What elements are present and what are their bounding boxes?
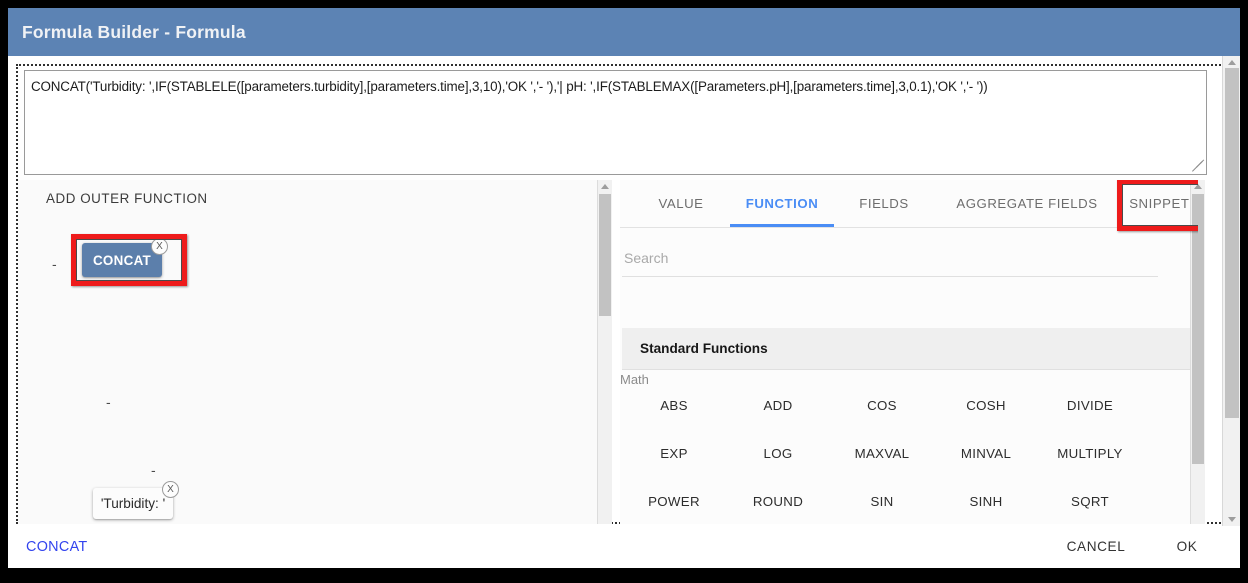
function-item-round[interactable]: ROUND (726, 494, 830, 509)
dialog-scroll-down-arrow-icon[interactable] (1228, 517, 1236, 522)
cancel-button[interactable]: CANCEL (1054, 526, 1138, 568)
highlight-box-concat (71, 234, 187, 286)
function-item-divide[interactable]: DIVIDE (1038, 398, 1142, 413)
tab-aggregate-fields[interactable]: AGGREGATE FIELDS (934, 180, 1120, 227)
highlight-box-snippets (1117, 180, 1198, 231)
function-item-sqrt[interactable]: SQRT (1038, 494, 1142, 509)
function-item-minval[interactable]: MINVAL (934, 446, 1038, 461)
formula-builder-dialog: Formula Builder - Formula CONCAT('Turbid… (8, 8, 1240, 568)
tab-fields[interactable]: FIELDS (838, 180, 930, 227)
standard-functions-label: Standard Functions (640, 341, 768, 356)
resize-handle-icon[interactable] (1191, 159, 1205, 173)
function-picker-panel: VALUE FUNCTION FIELDS AGGREGATE FIELDS S… (620, 180, 1198, 524)
function-item-cos[interactable]: COS (830, 398, 934, 413)
function-item-log[interactable]: LOG (726, 446, 830, 461)
formula-text: CONCAT('Turbidity: ',IF(STABLELE([parame… (31, 79, 988, 94)
function-item-sinh[interactable]: SINH (934, 494, 1038, 509)
left-panel-scrollbar[interactable] (597, 180, 612, 524)
ok-button[interactable]: OK (1164, 526, 1210, 568)
add-outer-function-label: ADD OUTER FUNCTION (46, 191, 208, 206)
function-item-sin[interactable]: SIN (830, 494, 934, 509)
scroll-up-arrow-icon[interactable] (601, 184, 609, 189)
function-item-multiply[interactable]: MULTIPLY (1038, 446, 1142, 461)
remove-icon-turbidity-literal[interactable]: X (162, 481, 179, 498)
function-item-abs[interactable]: ABS (622, 398, 726, 413)
function-item-maxval[interactable]: MAXVAL (830, 446, 934, 461)
dialog-title: Formula Builder - Formula (22, 22, 246, 42)
tree-expander-if[interactable]: - (106, 395, 111, 409)
tree-chip-turbidity-literal[interactable]: 'Turbidity: ' (93, 488, 173, 519)
function-item-add[interactable]: ADD (726, 398, 830, 413)
screenshot-root: Formula Builder - Formula CONCAT('Turbid… (0, 0, 1248, 583)
search-input[interactable] (622, 242, 1162, 274)
tree-expander-concat[interactable]: - (52, 257, 57, 271)
function-item-cosh[interactable]: COSH (934, 398, 1038, 413)
tab-value[interactable]: VALUE (636, 180, 726, 227)
function-tree-panel: ADD OUTER FUNCTION - CONCAT X 'Turbidity… (18, 180, 606, 524)
standard-functions-header: Standard Functions (622, 328, 1195, 370)
right-panel-scrollbar[interactable] (1190, 180, 1205, 524)
dialog-scroll-up-arrow-icon[interactable] (1228, 60, 1236, 65)
math-group-label: Math (620, 372, 649, 387)
dialog-scrollbar-thumb[interactable] (1225, 68, 1239, 418)
left-scrollbar-thumb[interactable] (599, 194, 611, 316)
dialog-titlebar: Formula Builder - Formula (8, 8, 1240, 56)
formula-textarea[interactable]: CONCAT('Turbidity: ',IF(STABLELE([parame… (24, 70, 1207, 175)
tab-function[interactable]: FUNCTION (730, 180, 834, 227)
dialog-footer: CONCAT CANCEL OK (8, 526, 1240, 568)
right-scrollbar-thumb[interactable] (1192, 194, 1204, 464)
function-item-power[interactable]: POWER (622, 494, 726, 509)
tree-expander-stablele[interactable]: - (151, 463, 156, 477)
function-item-exp[interactable]: EXP (622, 446, 726, 461)
dialog-scrollbar[interactable] (1222, 56, 1240, 526)
active-tab-indicator (730, 224, 834, 227)
footer-status-link[interactable]: CONCAT (26, 526, 88, 568)
picker-tabs: VALUE FUNCTION FIELDS AGGREGATE FIELDS S… (620, 180, 1198, 228)
search-field-wrapper[interactable] (622, 242, 1162, 277)
